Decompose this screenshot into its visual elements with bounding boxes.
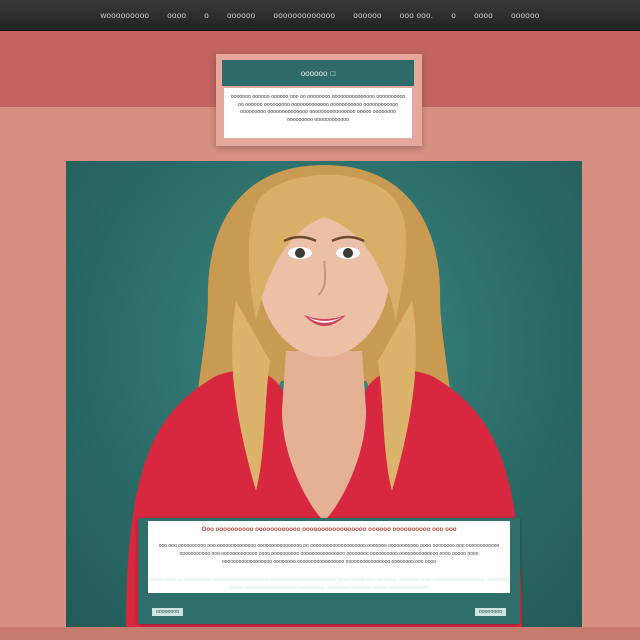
intro-card: oooooo □ ooooooo oooooo oooooo ooo oo oo… — [216, 54, 422, 146]
caption-body-text: ooo ooo oooooooooo ooo oooooooooooooo oo… — [158, 543, 500, 565]
nav-item-8[interactable]: o — [451, 11, 456, 20]
intro-title: oooooo — [300, 68, 328, 78]
caption-left-link[interactable]: oooooooo — [152, 608, 184, 616]
caption-card: Ooo oooooooooo oooooooooooo oooooooooooo… — [138, 518, 520, 624]
nav-item-1[interactable]: wooooooooo — [100, 11, 149, 20]
nav-item-10[interactable]: oooooo — [511, 11, 540, 20]
bottom-strip — [0, 627, 640, 640]
intro-title-bar: oooooo □ — [222, 60, 414, 86]
caption-secondary-text: ooooo oooo oooooooooooo oooooooooooooooo… — [148, 577, 510, 591]
nav-item-7[interactable]: ooo ooo. — [400, 11, 434, 20]
caption-headline: Ooo oooooooooo oooooooooooo oooooooooooo… — [201, 526, 457, 533]
square-icon: □ — [330, 68, 336, 78]
nav-item-2[interactable]: oooo — [167, 11, 186, 20]
nav-item-4[interactable]: oooooo — [227, 11, 256, 20]
nav-item-9[interactable]: oooo — [474, 11, 493, 20]
nav-item-5[interactable]: ooooooooooooo — [274, 11, 336, 20]
nav-item-6[interactable]: oooooo — [353, 11, 382, 20]
caption-right-link[interactable]: oooooooo — [474, 608, 506, 616]
nav-item-3[interactable]: o — [204, 11, 209, 20]
top-navigation-bar: wooooooooo oooo o oooooo ooooooooooooo o… — [0, 0, 640, 31]
intro-text: ooooooo oooooo oooooo ooo oo oooooooo oo… — [224, 88, 412, 138]
